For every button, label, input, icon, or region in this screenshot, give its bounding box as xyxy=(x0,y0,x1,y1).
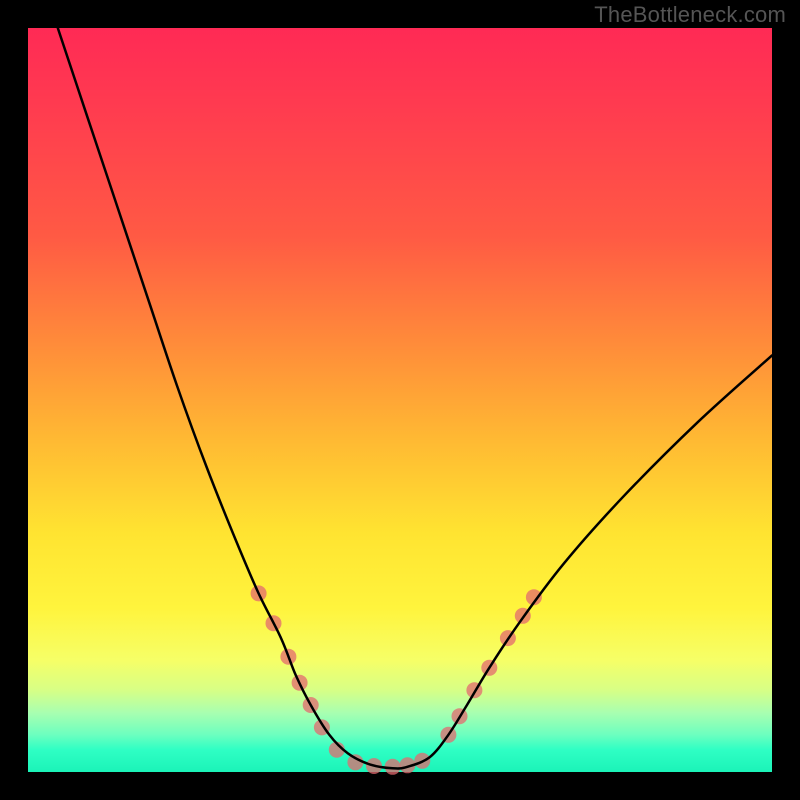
plot-area xyxy=(28,28,772,772)
chart-frame: TheBottleneck.com xyxy=(0,0,800,800)
watermark-label: TheBottleneck.com xyxy=(594,2,786,28)
curve-svg xyxy=(28,28,772,772)
marker-group xyxy=(251,585,542,774)
bottleneck-curve xyxy=(58,28,772,769)
